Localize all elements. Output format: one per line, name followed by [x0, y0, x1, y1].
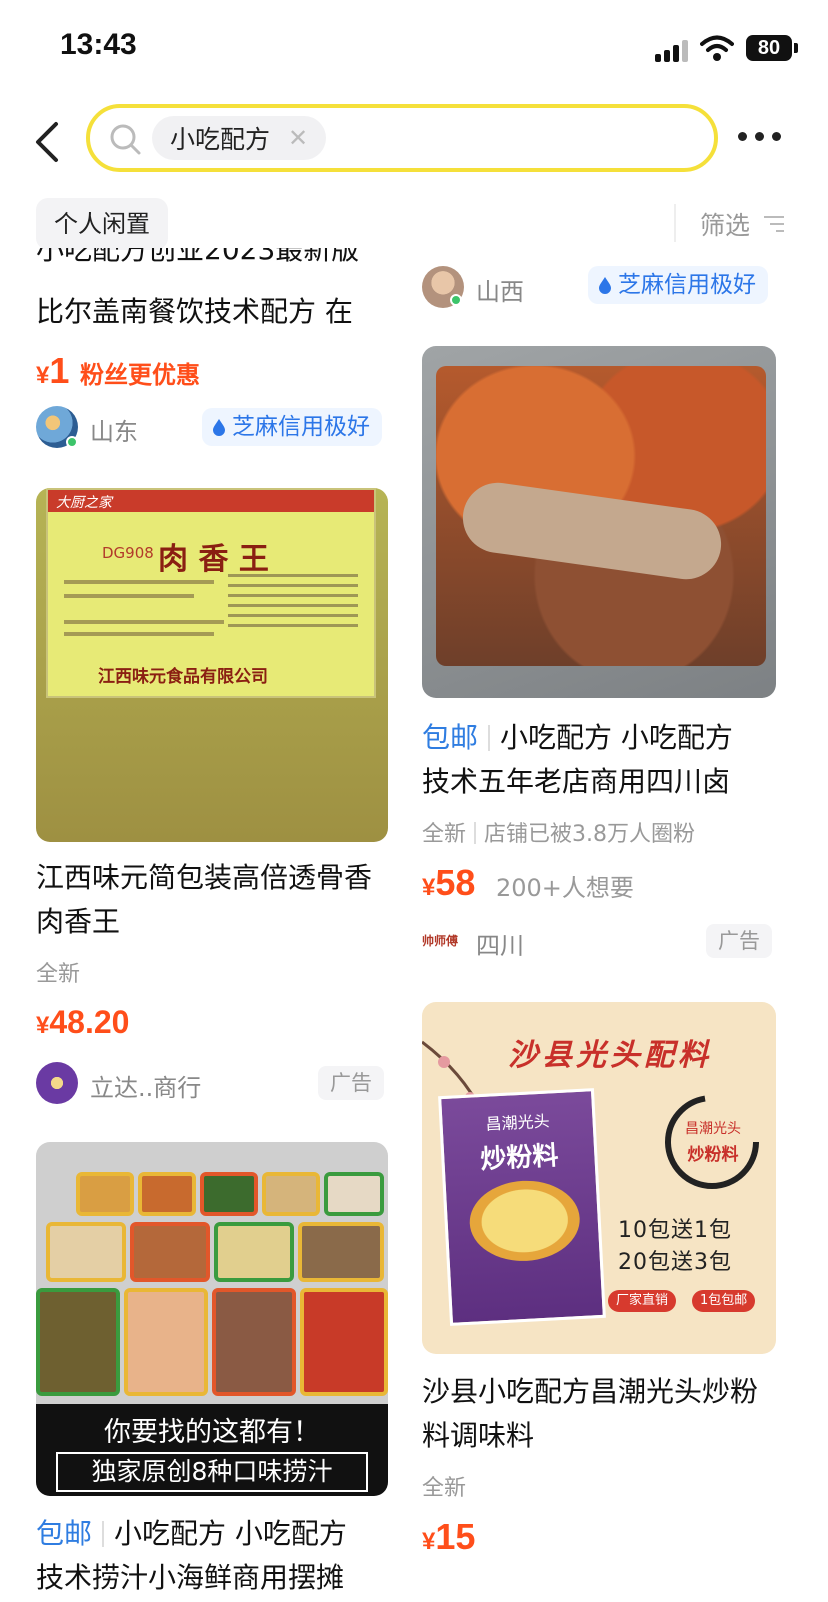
condition-label: 全新 — [36, 962, 81, 987]
search-input[interactable]: 小吃配方 ✕ — [86, 104, 718, 172]
filter-icon[interactable] — [764, 214, 784, 234]
online-indicator — [450, 294, 462, 306]
image-caption-1: 你要找的这都有！ — [104, 1417, 320, 1448]
drop-icon — [213, 419, 225, 436]
seller-location: 四川 — [476, 932, 524, 960]
product-title: 包邮 小吃配方 小吃配方 — [36, 1517, 347, 1550]
product-title: 沙县小吃配方昌潮光头炒粉料调味料 — [422, 1375, 759, 1452]
status-bar: 13:43 80 — [0, 0, 828, 96]
image-caption-2: 独家原创8种口味捞汁 — [56, 1452, 368, 1492]
free-shipping-label: 包邮 — [36, 1517, 93, 1550]
condition-label: 全新 — [422, 822, 467, 847]
product-name-text: 肉 香 王 — [158, 542, 269, 577]
product-price: ¥48.20 — [36, 1004, 130, 1040]
product-image[interactable]: 你要找的这都有！ 独家原创8种口味捞汁 — [36, 1142, 388, 1496]
more-options-icon[interactable] — [738, 128, 782, 144]
divider — [674, 204, 676, 242]
wifi-icon — [700, 35, 734, 61]
factory-direct-badge: 厂家直销 — [608, 1290, 677, 1312]
seller-name: 立达..商行 — [90, 1074, 202, 1102]
seller-logo[interactable]: 帅师傅 — [422, 928, 466, 954]
product-image[interactable]: 沙县光头配料 昌潮光头 炒粉料 昌潮光头 炒粉料 10包送1包 20包送3包 厂… — [422, 1002, 776, 1354]
package-bag: 昌潮光头 炒粉料 — [438, 1088, 606, 1326]
product-image[interactable] — [422, 346, 776, 698]
offer-2: 20包送3包 — [618, 1250, 732, 1275]
clear-query-icon[interactable]: ✕ — [288, 124, 308, 152]
drop-icon — [599, 277, 611, 294]
shop-fans-label: 店铺已被3.8万人圈粉 — [484, 822, 696, 847]
product-image[interactable]: 大厨之家 DG908 肉 香 王 江西味元食品有限公司 — [36, 488, 388, 842]
search-query-chip[interactable]: 小吃配方 ✕ — [152, 116, 327, 160]
circle-text-1: 昌潮光头 — [685, 1121, 741, 1137]
ad-badge: 广告 — [318, 1066, 384, 1100]
product-meta: 全新 店铺已被3.8万人圈粉 — [422, 816, 695, 848]
product-title-line2: 技术五年老店商用四川卤 — [422, 765, 731, 798]
product-title-line2: 技术捞汁小海鲜商用摆摊 — [36, 1561, 345, 1594]
product-title: 比尔盖南餐饮技术配方 在 — [36, 295, 353, 328]
back-icon[interactable] — [32, 120, 62, 164]
credit-badge: 芝麻信用极好 — [588, 266, 768, 304]
ad-badge: 广告 — [706, 924, 772, 958]
product-price: ¥15 — [422, 1516, 476, 1557]
battery-indicator: 80 — [746, 35, 798, 61]
offer-1: 10包送1包 — [618, 1218, 732, 1243]
clock: 13:43 — [60, 28, 137, 61]
wants-count: 200+人想要 — [496, 874, 634, 902]
company-text: 江西味元食品有限公司 — [98, 667, 268, 687]
image-headline: 沙县光头配料 — [508, 1038, 712, 1073]
online-indicator — [66, 436, 78, 448]
brand-text: 大厨之家 — [56, 495, 112, 511]
seller-avatar[interactable] — [36, 1062, 78, 1104]
cellular-signal-icon — [655, 40, 689, 62]
personal-idle-tag[interactable]: 个人闲置 — [36, 198, 168, 250]
seller-location: 山东 — [90, 418, 138, 446]
product-code: DG908 — [102, 544, 154, 562]
product-price: ¥58 — [422, 862, 476, 903]
free-shipping-badge: 1包包邮 — [692, 1290, 756, 1312]
search-query-text: 小吃配方 — [170, 125, 271, 154]
product-title-partial: 小吃配方创业2023最新版 — [36, 248, 360, 266]
condition-label: 全新 — [422, 1476, 467, 1501]
free-shipping-label: 包邮 — [422, 721, 479, 754]
package-label: 大厨之家 DG908 肉 香 王 江西味元食品有限公司 — [46, 488, 376, 698]
food-trays — [36, 1172, 388, 1402]
filter-button[interactable]: 筛选 — [700, 206, 750, 242]
fans-discount-label: 粉丝更优惠 — [80, 361, 200, 389]
product-price: ¥1 — [36, 350, 70, 391]
product-title: 包邮 小吃配方 小吃配方 — [422, 721, 733, 754]
circle-text-2: 炒粉料 — [687, 1145, 739, 1165]
credit-badge: 芝麻信用极好 — [202, 408, 382, 446]
seller-location: 山西 — [476, 278, 524, 306]
search-icon — [110, 124, 141, 155]
product-title: 江西味元简包装高倍透骨香肉香王 — [36, 861, 373, 938]
